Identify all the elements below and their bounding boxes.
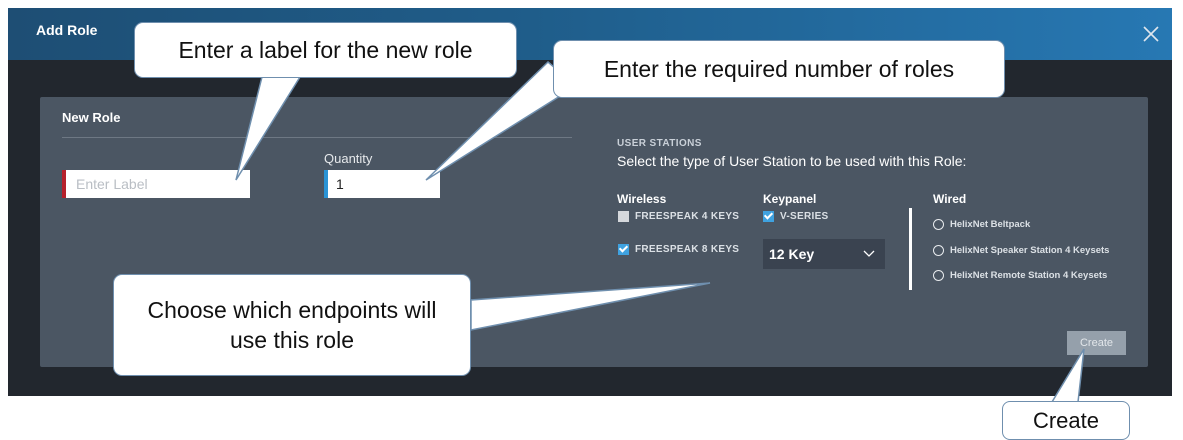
v-series-checkbox[interactable]: V-SERIES [763,211,829,222]
section-title: New Role [62,110,121,125]
helixnet-remote-station-radio[interactable]: HelixNet Remote Station 4 Keysets [933,270,1107,281]
checkbox-checked-icon [763,211,774,222]
quantity-label: Quantity [324,151,373,166]
select-value: 12 Key [769,246,815,262]
radio-icon [933,245,944,256]
label-input[interactable] [62,170,250,198]
create-callout: Create [1002,401,1130,440]
radio-icon [933,219,944,230]
dialog-title: Add Role [36,22,98,38]
freespeak-8-keys-checkbox[interactable]: FREESPEAK 8 KEYS [618,244,739,255]
helixnet-beltpack-radio[interactable]: HelixNet Beltpack [933,219,1030,230]
radio-icon [933,270,944,281]
quantity-input[interactable] [324,170,440,198]
callout-text: Enter a label for the new role [178,36,473,63]
helixnet-speaker-station-radio[interactable]: HelixNet Speaker Station 4 Keysets [933,245,1109,256]
checkbox-label: FREESPEAK 4 KEYS [635,211,740,222]
section-divider [62,137,572,138]
callout-text: Choose which endpoints will use this rol… [147,297,437,353]
checkbox-checked-icon [618,244,629,255]
chevron-down-icon [863,250,875,257]
radio-label: HelixNet Remote Station 4 Keysets [950,270,1108,281]
user-stations-heading: USER STATIONS [617,138,702,149]
quantity-callout: Enter the required number of roles [553,40,1005,98]
label-callout: Enter a label for the new role [134,22,517,78]
radio-label: HelixNet Speaker Station 4 Keysets [950,245,1110,256]
keypanel-type-select[interactable]: 12 Key [763,239,885,269]
user-stations-subheading: Select the type of User Station to be us… [617,153,967,169]
close-icon[interactable] [1142,25,1160,43]
wireless-heading: Wireless [617,192,667,206]
callout-text: Create [1032,407,1100,433]
checkbox-unchecked-icon [618,211,629,222]
callout-text: Enter the required number of roles [603,55,955,82]
checkbox-label: FREESPEAK 8 KEYS [635,244,740,255]
endpoints-callout: Choose which endpoints will use this rol… [113,274,471,376]
keypanel-heading: Keypanel [763,192,817,206]
checkbox-label: V-SERIES [780,211,829,222]
wired-heading: Wired [933,192,967,206]
radio-label: HelixNet Beltpack [950,219,1031,230]
create-button[interactable]: Create [1067,331,1126,355]
column-divider [909,208,912,290]
freespeak-4-keys-checkbox[interactable]: FREESPEAK 4 KEYS [618,211,739,222]
